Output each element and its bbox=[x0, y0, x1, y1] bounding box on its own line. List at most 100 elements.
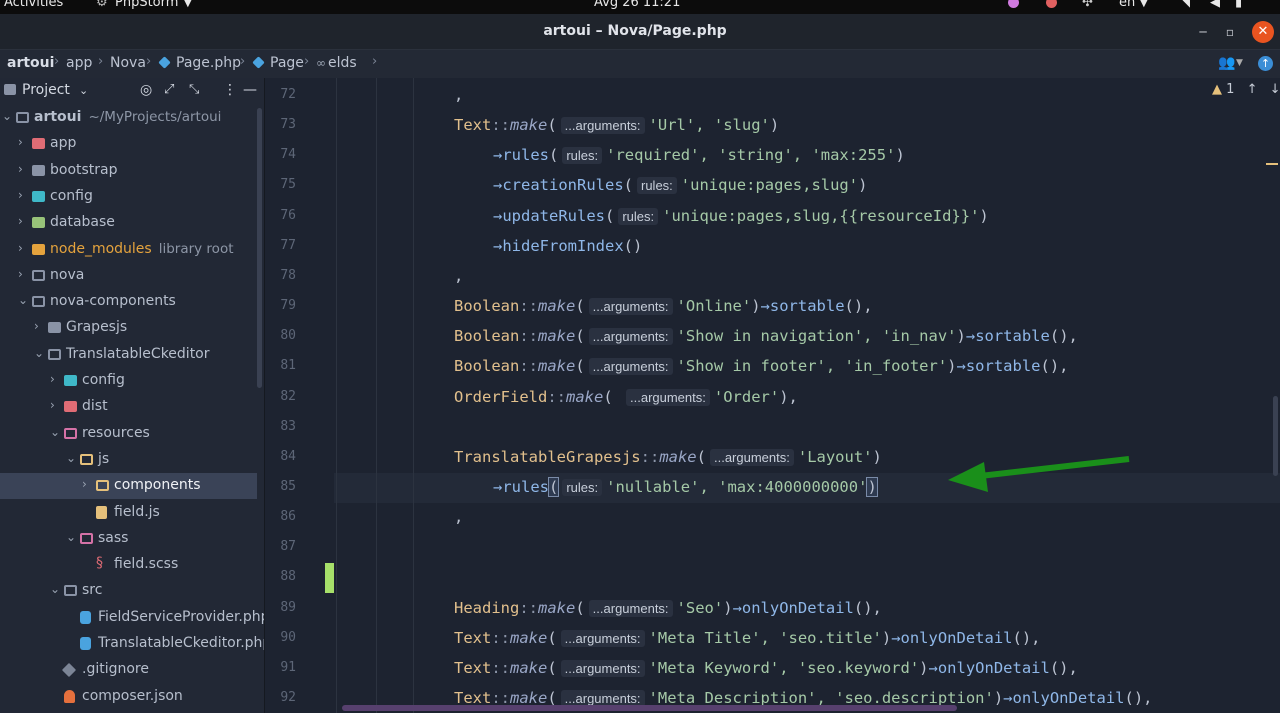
tree-item-name: node_modules bbox=[50, 240, 152, 257]
expand-chevron-icon[interactable]: › bbox=[18, 135, 28, 149]
tree-item[interactable]: ⌄ js bbox=[0, 447, 257, 473]
project-panel-header: Project ⌄ ◎ ⤢ ⤡ ⋮ — bbox=[0, 78, 264, 103]
breadcrumb-file[interactable]: Page.php bbox=[158, 55, 241, 71]
project-scrollbar[interactable] bbox=[257, 108, 262, 388]
wifi-icon[interactable]: ◥ bbox=[1180, 0, 1190, 10]
tree-item[interactable]: ⌄ artoui ~/MyProjects/artoui bbox=[0, 105, 257, 131]
tree-item[interactable]: › components bbox=[0, 473, 257, 500]
file-icon bbox=[80, 610, 91, 624]
update-icon[interactable]: ↑ bbox=[1258, 56, 1273, 71]
activities-button[interactable]: Activities bbox=[4, 0, 63, 10]
expand-chevron-icon[interactable]: › bbox=[18, 162, 28, 176]
tree-item-label: config bbox=[82, 372, 125, 388]
collapse-chevron-icon[interactable]: ⌄ bbox=[50, 425, 60, 439]
tree-item[interactable]: ⌄ nova-components bbox=[0, 289, 257, 315]
folder-icon bbox=[48, 322, 61, 334]
window-title: artoui – Nova/Page.php bbox=[543, 23, 727, 39]
tree-item[interactable]: ⌄ sass bbox=[0, 526, 257, 552]
breadcrumb-method[interactable]: ∞ elds bbox=[316, 55, 357, 71]
breadcrumb-project[interactable]: artoui bbox=[7, 55, 54, 71]
tree-item-name: dist bbox=[82, 398, 108, 415]
tree-item[interactable]: › bootstrap bbox=[0, 158, 257, 184]
tree-item[interactable]: .gitignore bbox=[0, 657, 257, 683]
breadcrumb-app[interactable]: app bbox=[66, 55, 92, 71]
collapse-chevron-icon[interactable]: ⌄ bbox=[34, 346, 44, 360]
tree-item-name: Grapesjs bbox=[66, 319, 128, 336]
annotation-arrow bbox=[948, 456, 1130, 492]
expand-chevron-icon[interactable]: › bbox=[34, 319, 44, 333]
tree-item-label: components bbox=[114, 477, 201, 493]
tree-item[interactable]: field.js bbox=[0, 500, 257, 526]
project-view-selector[interactable]: Project bbox=[22, 82, 70, 98]
maximize-button[interactable]: ▫ bbox=[1219, 21, 1241, 43]
tree-item[interactable]: FieldServiceProvider.php bbox=[0, 605, 264, 631]
breadcrumb-nova[interactable]: Nova bbox=[110, 55, 146, 71]
users-icon[interactable]: 👥 bbox=[1218, 55, 1235, 71]
tree-item-name: nova-components bbox=[50, 293, 176, 310]
code-editor[interactable]: 72 73 74 75 76 77 78 79 80 81 82 83 84 85 86 87 88 89 90 91… bbox=[266, 78, 1280, 713]
navigation-bar: artoui › app › Nova › Page.php › Page › … bbox=[0, 50, 1280, 78]
collapse-chevron-icon[interactable]: ⌄ bbox=[18, 293, 28, 307]
tree-item[interactable]: ⌄ TranslatableCkeditor bbox=[0, 342, 257, 368]
expand-chevron-icon[interactable]: › bbox=[18, 241, 28, 255]
collapse-chevron-icon[interactable]: ⌄ bbox=[66, 530, 76, 544]
dropbox-tray-icon[interactable]: ✣ bbox=[1082, 0, 1093, 10]
tree-item[interactable]: ⌄ resources bbox=[0, 421, 257, 447]
clock[interactable]: Avg 26 11:21 bbox=[594, 0, 680, 10]
volume-icon[interactable]: ◀ bbox=[1210, 0, 1220, 10]
view-selector-chevron-icon[interactable]: ⌄ bbox=[79, 84, 88, 97]
file-icon: § bbox=[96, 555, 103, 572]
tree-item-label: node_modules library root bbox=[50, 241, 234, 257]
expand-chevron-icon[interactable]: › bbox=[50, 398, 60, 412]
tree-item[interactable]: ⌄ src bbox=[0, 578, 257, 604]
tree-item[interactable]: › config bbox=[0, 368, 257, 394]
breadcrumb-class[interactable]: Page bbox=[252, 55, 304, 71]
tree-item[interactable]: › dist bbox=[0, 394, 257, 420]
options-icon[interactable]: ⋮ bbox=[223, 82, 237, 98]
close-button[interactable]: ✕ bbox=[1252, 21, 1274, 43]
tree-item[interactable]: › Grapesjs bbox=[0, 315, 257, 341]
app-icon: ⚙ bbox=[96, 0, 108, 10]
expand-chevron-icon[interactable]: › bbox=[50, 372, 60, 386]
collapse-all-icon[interactable]: ⤡ bbox=[189, 82, 199, 97]
battery-icon[interactable]: ▮ bbox=[1235, 0, 1242, 10]
tree-item-extra: ~/MyProjects/artoui bbox=[88, 109, 222, 125]
app-menu[interactable]: PhpStorm bbox=[115, 0, 178, 10]
minimize-button[interactable]: ─ bbox=[1192, 21, 1214, 43]
tree-item-name: TranslatableCkeditor.php bbox=[98, 635, 265, 651]
language-chevron-icon: ▼ bbox=[1140, 0, 1148, 9]
tree-item[interactable]: › config bbox=[0, 184, 257, 210]
tree-item[interactable]: composer.json bbox=[0, 684, 257, 710]
tree-item-name: TranslatableCkeditor bbox=[66, 345, 210, 362]
locate-file-icon[interactable]: ◎ bbox=[140, 82, 152, 98]
tray-app-icon[interactable] bbox=[1046, 0, 1057, 8]
window-title-bar[interactable]: artoui – Nova/Page.php ─ ▫ ✕ bbox=[0, 14, 1280, 50]
expand-chevron-icon[interactable]: › bbox=[18, 188, 28, 202]
tree-item-label: app bbox=[50, 135, 76, 151]
expand-all-icon[interactable]: ⤢ bbox=[164, 82, 174, 97]
folder-icon bbox=[80, 532, 93, 544]
tree-item[interactable]: § field.scss bbox=[0, 552, 257, 578]
collapse-chevron-icon[interactable]: ⌄ bbox=[50, 582, 60, 596]
tree-item[interactable]: › node_modules library root bbox=[0, 237, 257, 263]
folder-icon bbox=[64, 585, 77, 597]
annotation-arrow-head bbox=[948, 462, 988, 492]
language-indicator[interactable]: en bbox=[1119, 0, 1135, 10]
file-icon bbox=[96, 505, 107, 519]
folder-icon bbox=[32, 164, 45, 176]
tree-item[interactable]: › database bbox=[0, 210, 257, 236]
collapse-chevron-icon[interactable]: ⌄ bbox=[2, 109, 12, 123]
expand-chevron-icon[interactable]: › bbox=[18, 267, 28, 281]
expand-chevron-icon[interactable]: › bbox=[82, 477, 92, 491]
firefox-tray-icon[interactable] bbox=[1008, 0, 1019, 8]
tree-item[interactable]: TranslatableCkeditor.php bbox=[0, 631, 264, 657]
tree-item-label: database bbox=[50, 214, 115, 230]
collapse-chevron-icon[interactable]: ⌄ bbox=[66, 451, 76, 465]
users-chevron-icon: ▼ bbox=[1236, 58, 1243, 68]
breadcrumb-separator-icon: › bbox=[146, 54, 152, 69]
tree-item-label: .gitignore bbox=[82, 661, 149, 677]
expand-chevron-icon[interactable]: › bbox=[18, 214, 28, 228]
tree-item[interactable]: › nova bbox=[0, 263, 257, 289]
hide-panel-icon[interactable]: — bbox=[243, 82, 257, 98]
tree-item[interactable]: › app bbox=[0, 131, 257, 157]
